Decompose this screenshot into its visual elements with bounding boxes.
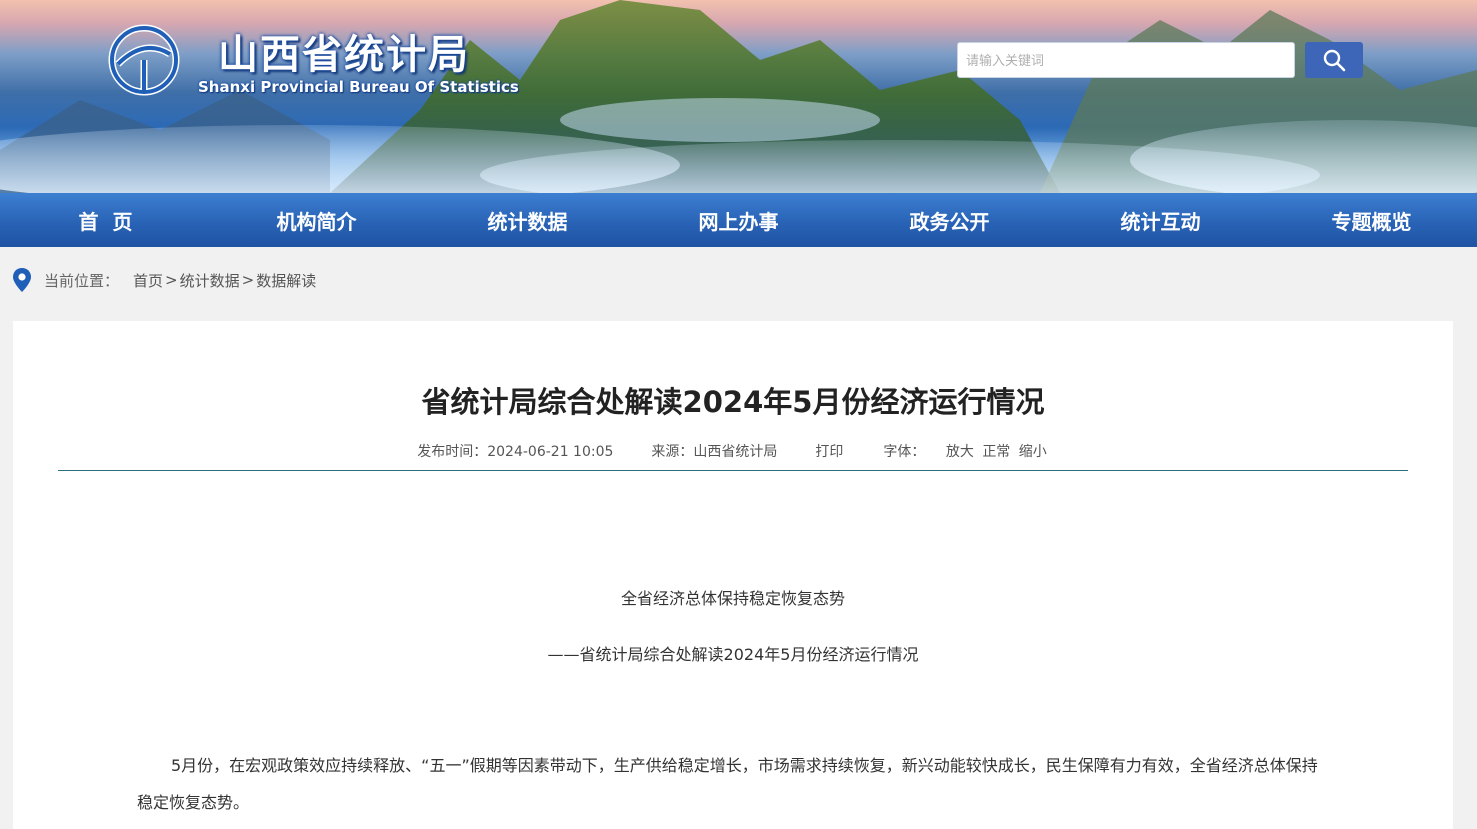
font-enlarge-link[interactable]: 放大 xyxy=(946,444,974,460)
search-icon xyxy=(1323,49,1346,72)
search-input[interactable] xyxy=(957,42,1295,78)
font-size-controls: 字体： 放大 正常 缩小 xyxy=(881,441,1048,461)
article-source: 来源：山西省统计局 xyxy=(651,444,778,460)
breadcrumb-label: 当前位置： xyxy=(44,271,120,290)
breadcrumb-separator: > xyxy=(241,271,255,289)
nav-item-government-affairs[interactable]: 政务公开 xyxy=(844,193,1055,247)
print-link[interactable]: 打印 xyxy=(815,441,843,461)
site-subtitle: Shanxi Provincial Bureau Of Statistics xyxy=(198,78,519,96)
site-title: 山西省统计局 xyxy=(218,32,470,78)
search-button[interactable] xyxy=(1305,42,1363,78)
article-panel: 省统计局综合处解读2024年5月份经济运行情况 发布时间：2024-06-21 … xyxy=(13,321,1453,829)
breadcrumb-statistics-link[interactable]: 统计数据 xyxy=(180,270,240,291)
breadcrumb-separator: > xyxy=(165,271,178,289)
publish-time: 发布时间：2024-06-21 10:05 xyxy=(417,444,614,460)
nav-item-about[interactable]: 机构简介 xyxy=(211,193,422,247)
article-subheadline: ——省统计局综合处解读2024年5月份经济运行情况 xyxy=(547,645,919,664)
nav-item-topics[interactable]: 专题概览 xyxy=(1266,193,1477,247)
breadcrumb: 当前位置： 首页 > 统计数据 > 数据解读 xyxy=(12,262,316,298)
font-shrink-link[interactable]: 缩小 xyxy=(1019,444,1047,460)
nav-item-statistics-data[interactable]: 统计数据 xyxy=(422,193,633,247)
nav-item-interaction[interactable]: 统计互动 xyxy=(1055,193,1266,247)
main-nav: 首 页 机构简介 统计数据 网上办事 政务公开 统计互动 专题概览 xyxy=(0,193,1477,247)
article-headline: 全省经济总体保持稳定恢复态势 xyxy=(620,589,845,608)
breadcrumb-home-link[interactable]: 首页 xyxy=(133,270,163,291)
article-title: 省统计局综合处解读2024年5月份经济运行情况 xyxy=(421,385,1045,419)
title-divider xyxy=(58,470,1408,471)
nav-item-home[interactable]: 首 页 xyxy=(0,193,211,247)
nav-item-online-services[interactable]: 网上办事 xyxy=(633,193,844,247)
header-banner: 山西省统计局 Shanxi Provincial Bureau Of Stati… xyxy=(0,0,1477,193)
article-meta: 发布时间：2024-06-21 10:05 来源：山西省统计局 打印 字体： 放… xyxy=(13,441,1453,461)
breadcrumb-data-interpretation-link[interactable]: 数据解读 xyxy=(256,270,316,291)
font-normal-link[interactable]: 正常 xyxy=(982,444,1010,460)
bureau-logo xyxy=(108,24,180,96)
location-pin-icon xyxy=(13,268,31,292)
font-size-label: 字体： xyxy=(883,444,926,460)
article-paragraph: 5月份，在宏观政策效应持续释放、“五一”假期等因素带动下，生产供给稳定增长，市场… xyxy=(137,756,1318,812)
